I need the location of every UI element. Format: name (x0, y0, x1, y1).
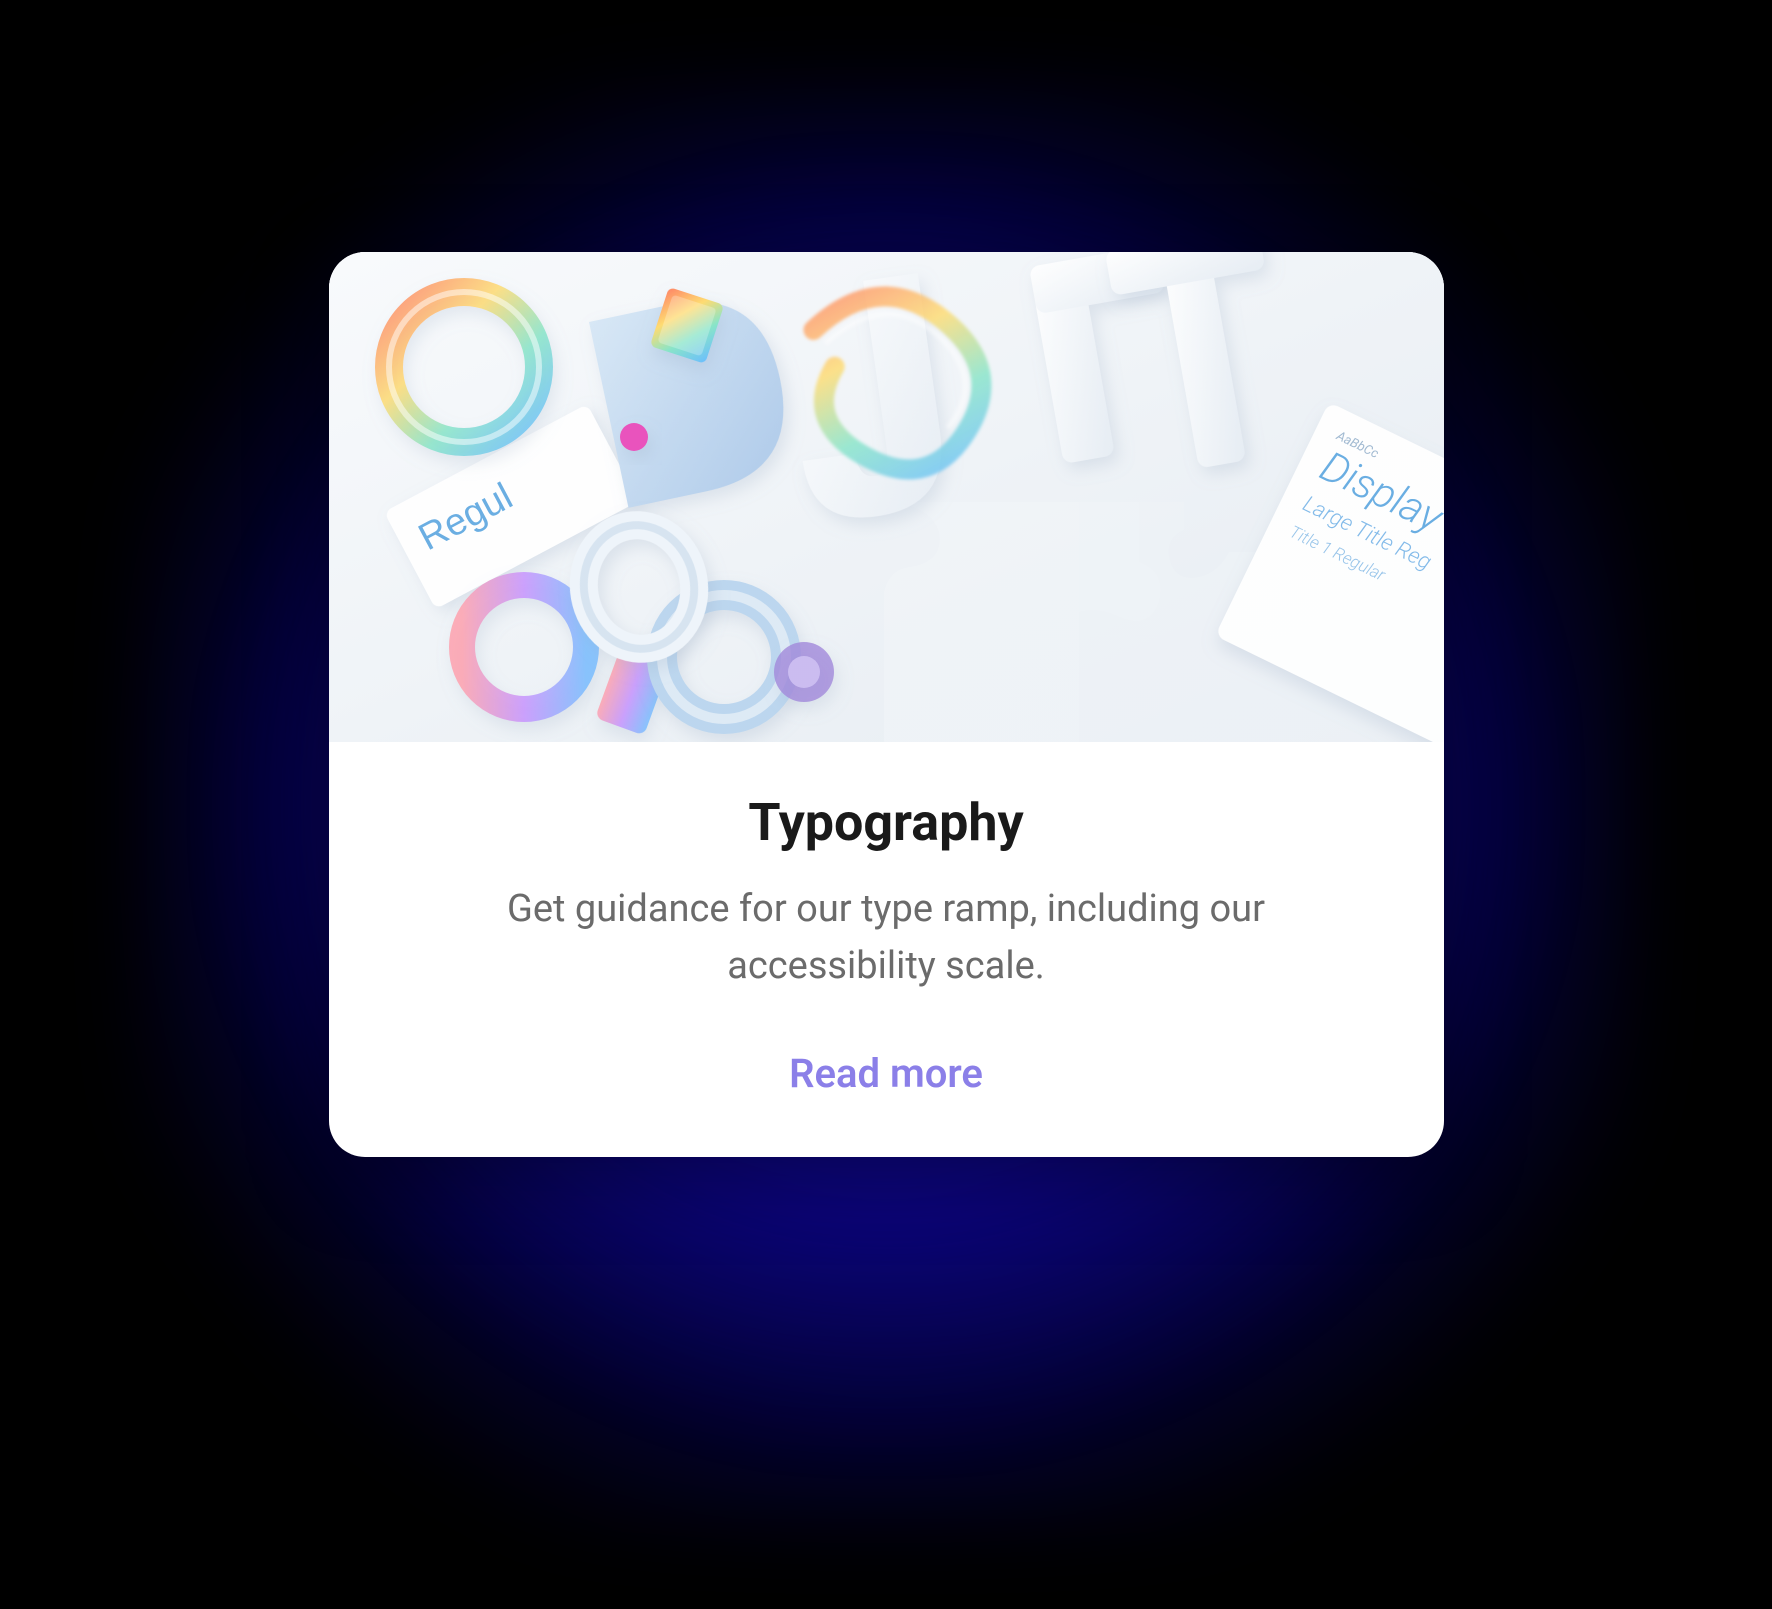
card-title: Typography (389, 792, 1384, 853)
card-description: Get guidance for our type ramp, includin… (389, 881, 1384, 995)
typography-card: Regul AaBbCc Display Large Title Reg Tit… (329, 252, 1444, 1157)
card-content: Typography Get guidance for our type ram… (329, 742, 1444, 1157)
card-hero-image: Regul AaBbCc Display Large Title Reg Tit… (329, 252, 1444, 742)
read-more-link[interactable]: Read more (789, 1050, 983, 1097)
